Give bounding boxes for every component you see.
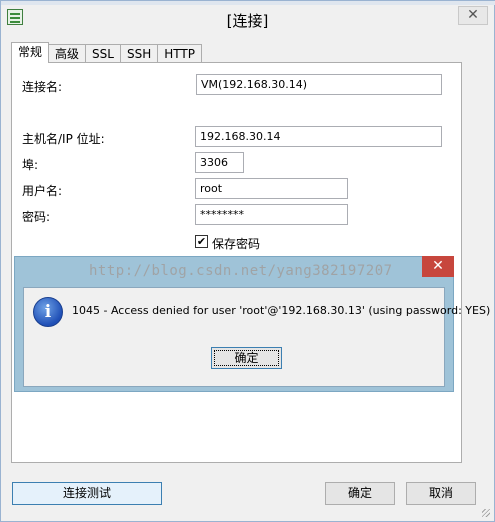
port-input[interactable]: 3306 bbox=[195, 152, 244, 173]
save-password-label[interactable]: 保存密码 bbox=[212, 235, 260, 252]
tab-general[interactable]: 常规 bbox=[11, 42, 50, 63]
side-gutter bbox=[462, 62, 490, 463]
title-bar[interactable]: [连接] ✕ bbox=[1, 5, 494, 35]
tab-ssl[interactable]: SSL bbox=[85, 44, 121, 63]
error-dialog: http://blog.csdn.net/yang382197207 ✕ i 1… bbox=[14, 256, 490, 392]
dialog-body: i 1045 - Access denied for user 'root'@'… bbox=[23, 287, 490, 387]
host-input[interactable]: 192.168.30.14 bbox=[195, 126, 442, 147]
user-input[interactable]: root bbox=[195, 178, 348, 199]
password-label: 密码: bbox=[22, 210, 51, 224]
password-input[interactable]: ******** bbox=[195, 204, 348, 225]
resize-grip-icon[interactable] bbox=[482, 509, 490, 517]
connection-name-input[interactable]: VM(192.168.30.14) bbox=[196, 74, 442, 95]
dialog-close-button[interactable]: ✕ bbox=[422, 256, 454, 277]
tab-advanced[interactable]: 高级 bbox=[48, 44, 87, 63]
watermark-text: http://blog.csdn.net/yang382197207 bbox=[89, 263, 393, 279]
port-label: 埠: bbox=[22, 158, 39, 172]
checkmark-icon: ✔ bbox=[196, 235, 207, 248]
window-close-button[interactable]: ✕ bbox=[458, 6, 488, 25]
cancel-button[interactable]: 取消 bbox=[406, 482, 476, 505]
error-message: 1045 - Access denied for user 'root'@'19… bbox=[72, 304, 491, 317]
user-label: 用户名: bbox=[22, 184, 63, 198]
tab-ssh[interactable]: SSH bbox=[119, 44, 159, 63]
tab-bar: 常规 高级 SSL SSH HTTP bbox=[11, 42, 202, 63]
connection-window: [连接] ✕ 常规 高级 SSL SSH HTTP 连接名: VM(192.16… bbox=[0, 0, 495, 522]
connection-name-label: 连接名: bbox=[22, 80, 63, 94]
info-icon: i bbox=[33, 297, 63, 327]
host-label: 主机名/IP 位址: bbox=[22, 132, 105, 146]
save-password-checkbox[interactable]: ✔ bbox=[195, 235, 208, 248]
dialog-ok-button[interactable]: 确定 bbox=[211, 347, 282, 369]
ok-button[interactable]: 确定 bbox=[325, 482, 395, 505]
test-connection-button[interactable]: 连接测试 bbox=[12, 482, 162, 505]
close-icon: ✕ bbox=[432, 258, 444, 274]
close-icon: ✕ bbox=[467, 7, 479, 23]
window-title: [连接] bbox=[226, 12, 269, 30]
tab-http[interactable]: HTTP bbox=[157, 44, 202, 63]
